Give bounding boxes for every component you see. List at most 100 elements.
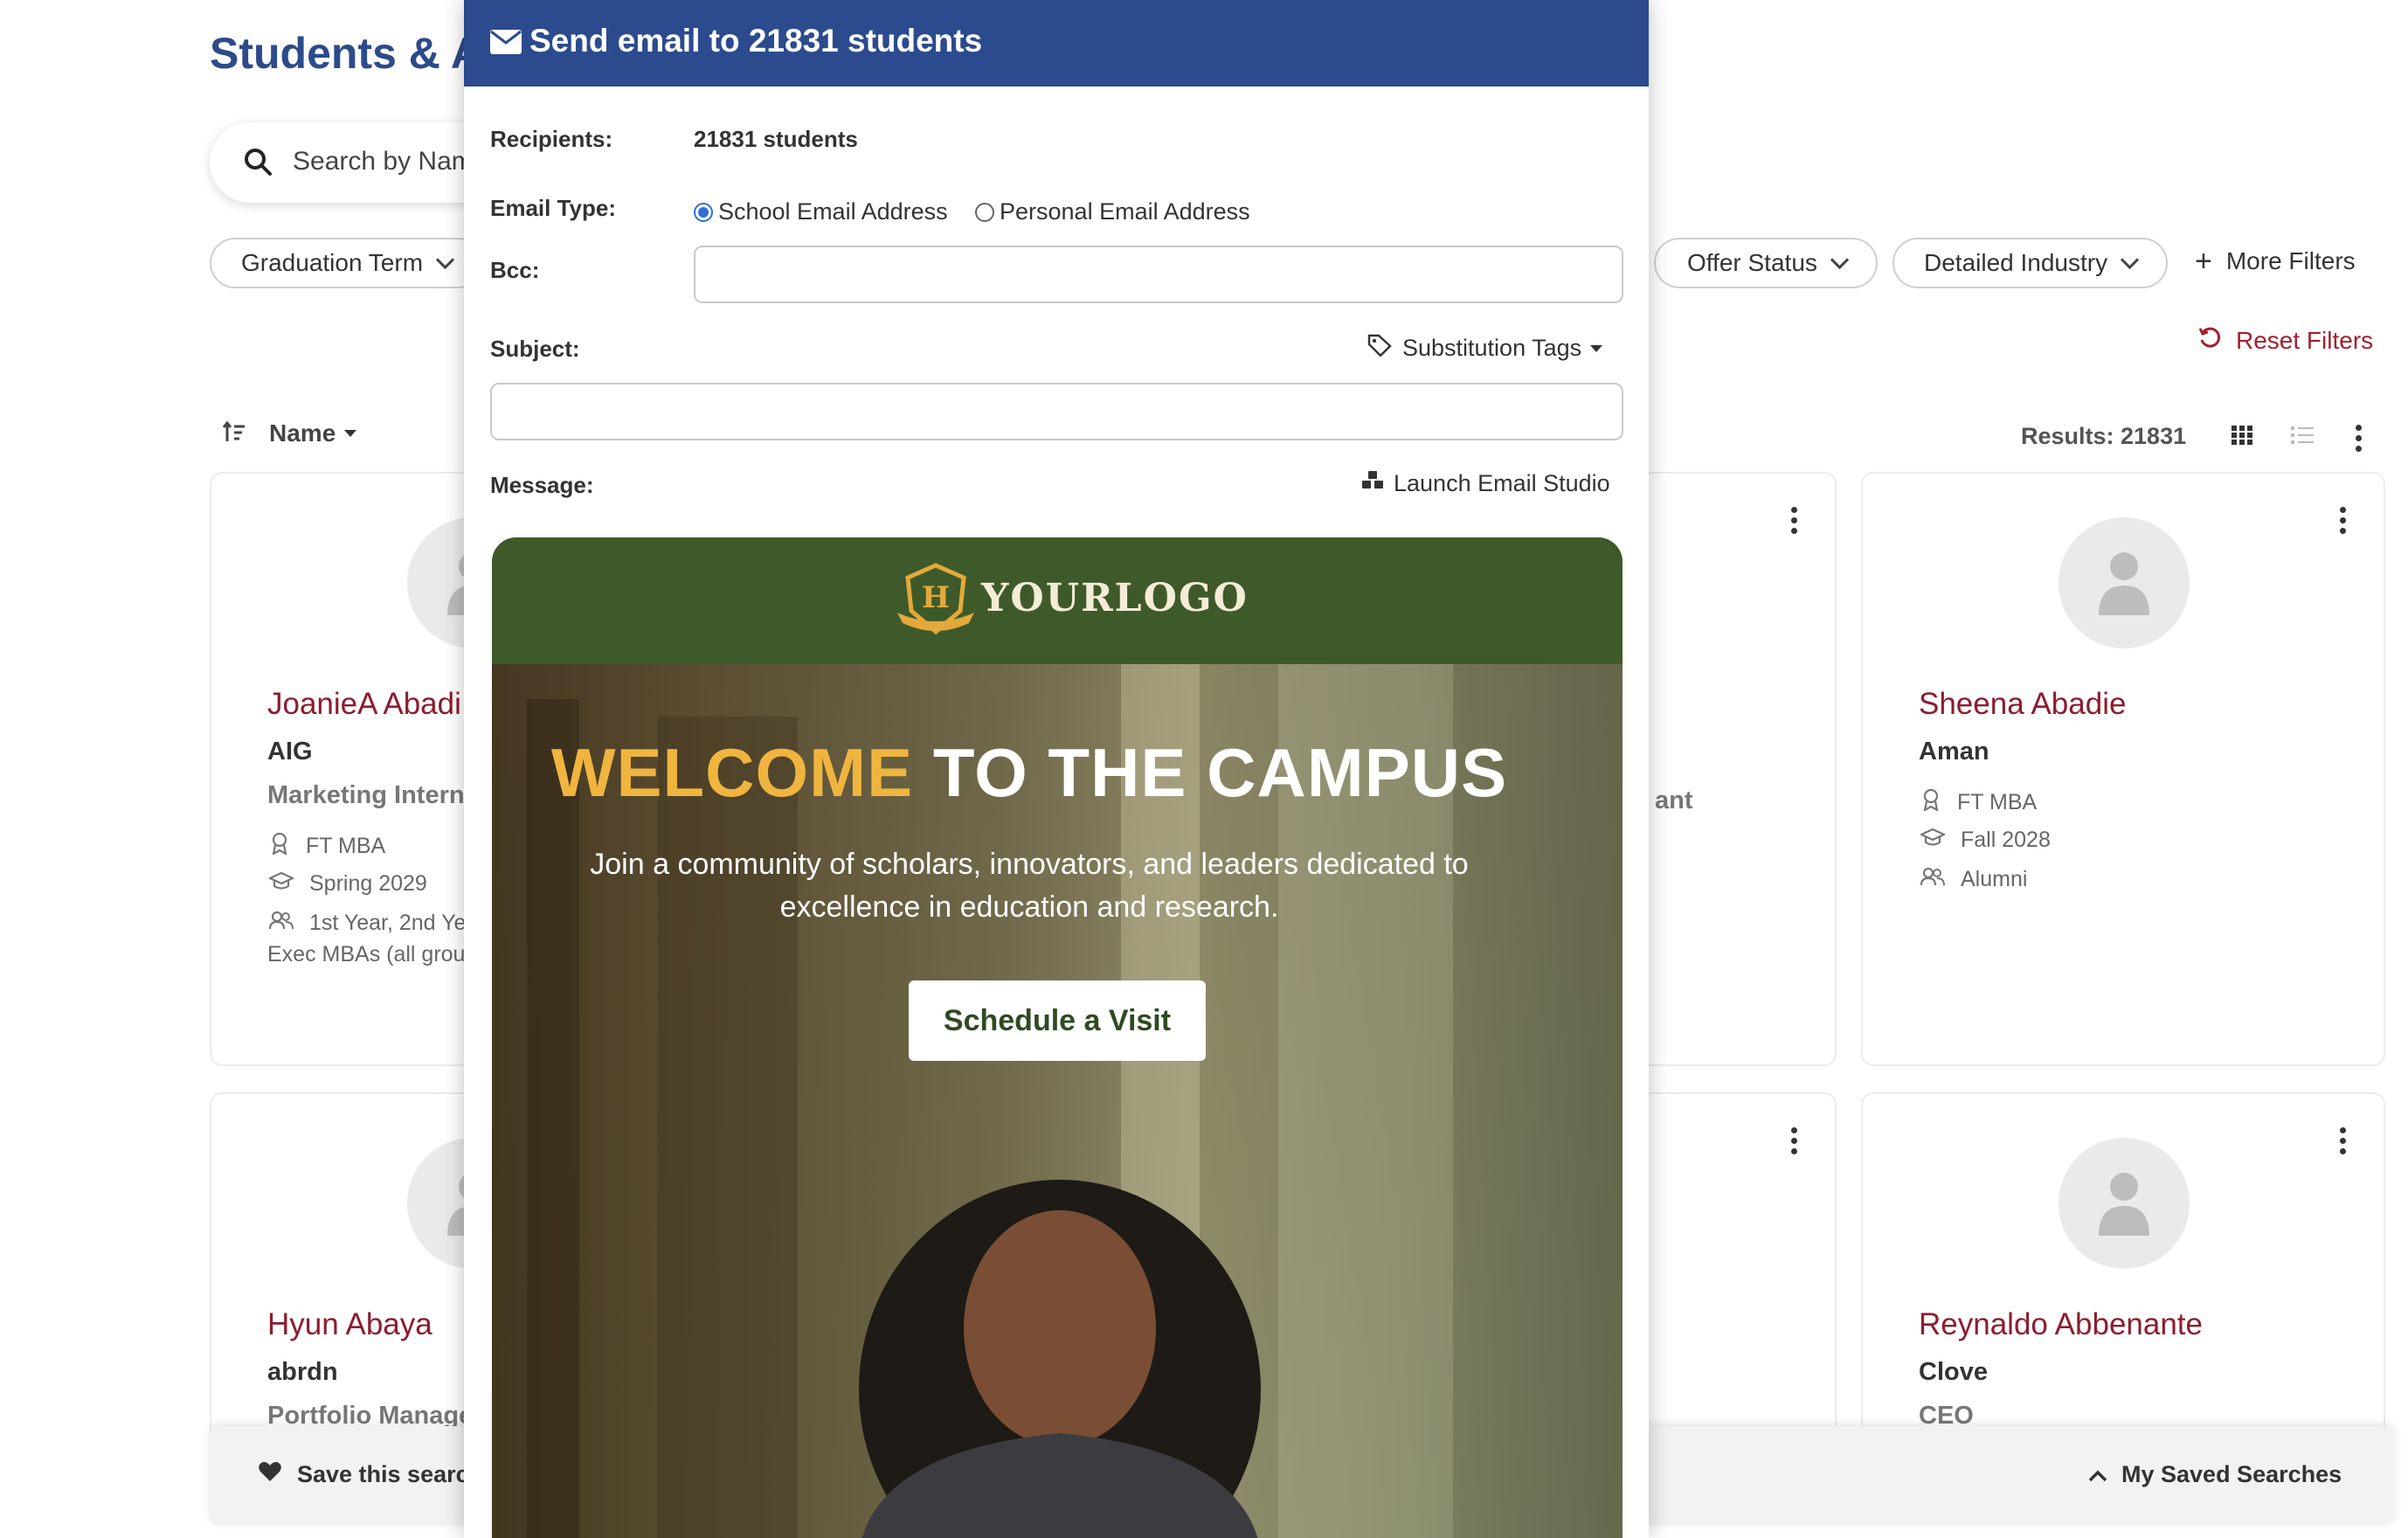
group-label-2: Exec MBAs (all group (267, 942, 478, 966)
save-search-label: Save this searc (297, 1461, 469, 1487)
more-filters-label: More Filters (2225, 247, 2356, 274)
sort-label: Name (269, 419, 336, 447)
bcc-input[interactable] (694, 246, 1623, 303)
modal-header: Send email to 21831 students (464, 0, 1649, 87)
caret-down-icon (344, 430, 357, 437)
svg-text:H: H (922, 580, 950, 615)
card-menu-icon[interactable] (2340, 507, 2347, 538)
school-email-radio[interactable]: School Email Address (694, 198, 948, 225)
graduation-term-label: Graduation Term (241, 249, 424, 276)
offer-status-filter[interactable]: Offer Status (1654, 238, 1878, 288)
heart-icon (259, 1461, 281, 1488)
detailed-industry-label: Detailed Industry (1924, 249, 2108, 276)
card-menu-icon[interactable] (1791, 507, 1798, 538)
recipients-label: Recipients: (490, 126, 613, 152)
reset-filters-label: Reset Filters (2236, 326, 2374, 354)
send-email-modal: Send email to 21831 students Recipients:… (464, 0, 1649, 1538)
tag-icon (1367, 334, 1394, 363)
message-label: Message: (490, 472, 594, 498)
student-company: abrdn (267, 1358, 338, 1386)
student-role: Marketing Intern (267, 781, 465, 809)
envelope-icon (490, 30, 522, 59)
sort-dropdown[interactable]: Name (269, 419, 357, 447)
offer-status-label: Offer Status (1687, 249, 1817, 276)
program-row: FT MBA (269, 832, 385, 861)
results-count: Results: 21831 (2021, 423, 2187, 449)
caret-down-icon (1590, 344, 1603, 352)
student-name[interactable]: Reynaldo Abbenante (1919, 1307, 2203, 1342)
student-name[interactable]: Hyun Abaya (267, 1307, 432, 1342)
term-label: Fall 2028 (1961, 828, 2051, 852)
personal-email-label: Personal Email Address (1000, 198, 1250, 225)
reset-filters-button[interactable]: Reset Filters (2197, 325, 2373, 356)
subject-input[interactable] (490, 383, 1623, 440)
page-title: Students & A (210, 29, 483, 78)
program-label: FT MBA (306, 834, 386, 858)
cubes-icon (1360, 470, 1385, 497)
modal-title: Send email to 21831 students (529, 23, 983, 59)
group-label: 1st Year, 2nd Yea (309, 911, 479, 935)
launch-email-studio-button[interactable]: Launch Email Studio (1360, 470, 1610, 497)
list-view-icon[interactable] (2291, 426, 2314, 449)
group-label: Alumni (1961, 867, 2028, 891)
card-menu-icon[interactable] (1791, 1127, 1798, 1159)
chevron-down-icon (435, 250, 455, 269)
grid-view-icon[interactable] (2232, 426, 2252, 449)
chevron-down-icon (1830, 250, 1849, 269)
subject-label: Subject: (490, 336, 580, 362)
program-row: FT MBA (1920, 788, 2037, 817)
users-icon (268, 911, 294, 936)
group-row: 1st Year, 2nd Yea (268, 911, 479, 936)
student-company: Clove (1919, 1358, 1988, 1386)
graduation-term-filter[interactable]: Graduation Term (210, 238, 484, 288)
detailed-industry-filter[interactable]: Detailed Industry (1892, 238, 2169, 288)
sort-icon[interactable] (222, 420, 246, 449)
chevron-up-icon (2088, 1461, 2107, 1488)
hero-body: Join a community of scholars, innovators… (590, 848, 1469, 924)
radio-unselected[interactable] (975, 202, 994, 222)
search-icon (243, 147, 273, 181)
bcc-label: Bcc: (490, 257, 540, 283)
student-company: AIG (267, 738, 313, 766)
users-icon (1920, 867, 1945, 892)
hero-heading-accent: WELCOME (550, 734, 914, 811)
more-filters-button[interactable]: + More Filters (2195, 245, 2356, 278)
graduation-cap-icon (1919, 828, 1947, 853)
term-label: Spring 2029 (309, 871, 427, 896)
card-menu-icon[interactable] (2340, 1127, 2347, 1159)
recipients-value: 21831 students (694, 126, 858, 152)
avatar (2059, 1138, 2190, 1269)
email-type-label: Email Type: (490, 195, 617, 221)
hero-heading: WELCOME TO THE CAMPUS (464, 733, 1595, 813)
school-email-label: School Email Address (718, 198, 948, 225)
student-company: Aman (1919, 738, 1989, 766)
launch-email-studio-label: Launch Email Studio (1394, 470, 1610, 496)
logo-text: YOURLOGO (981, 576, 1249, 620)
student-name[interactable]: JoanieA Abadi (267, 687, 461, 722)
graduation-cap-icon (267, 871, 295, 897)
chevron-down-icon (2121, 250, 2140, 269)
my-saved-searches-button[interactable]: My Saved Searches (2088, 1461, 2342, 1488)
email-header: H YOURLOGO (492, 537, 1623, 664)
substitution-tags-label: Substitution Tags (1402, 335, 1582, 361)
award-icon (1920, 788, 1941, 817)
schedule-visit-button[interactable]: Schedule a Visit (909, 980, 1206, 1061)
save-search-button[interactable]: Save this searc (259, 1461, 469, 1488)
plus-icon: + (2195, 245, 2212, 278)
logo-emblem-icon: H (894, 562, 978, 645)
student-card[interactable]: Sheena Abadie Aman FT MBA Fall 2028 Alum… (1861, 472, 2385, 1066)
student-name[interactable]: Sheena Abadie (1919, 687, 2126, 722)
more-options-icon[interactable] (2356, 425, 2363, 456)
avatar (2059, 517, 2190, 648)
program-label: FT MBA (1957, 790, 2038, 814)
award-icon (269, 832, 290, 861)
search-input[interactable]: Search by Nam (293, 147, 474, 177)
personal-email-radio[interactable]: Personal Email Address (975, 198, 1250, 225)
hero-heading-rest: TO THE CAMPUS (932, 734, 1508, 811)
reset-icon (2197, 325, 2222, 356)
my-saved-searches-label: My Saved Searches (2121, 1461, 2342, 1487)
term-row: Spring 2029 (267, 871, 427, 897)
radio-selected[interactable] (694, 202, 713, 222)
student-role-partial: ant (1655, 786, 1693, 814)
substitution-tags-dropdown[interactable]: Substitution Tags (1367, 334, 1603, 363)
